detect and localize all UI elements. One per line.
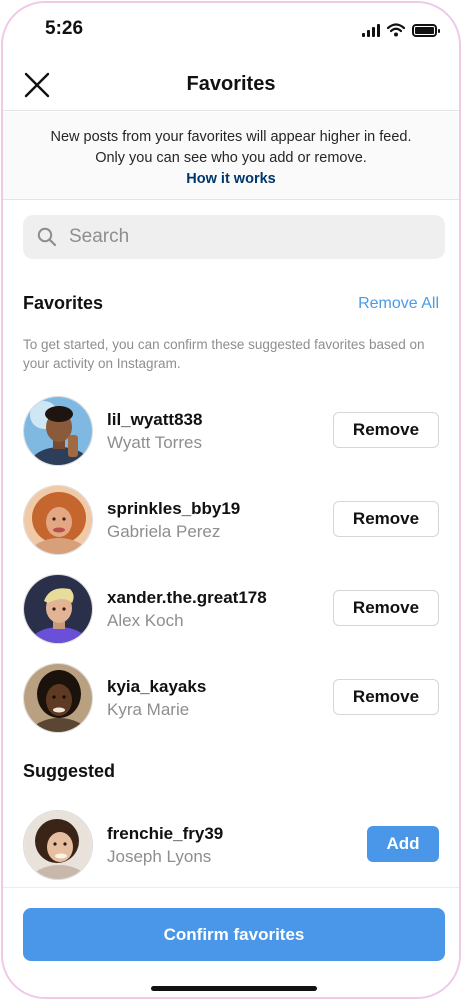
favorite-user-row[interactable]: sprinkles_bby19 Gabriela Perez Remove <box>3 485 459 557</box>
remove-button[interactable]: Remove <box>333 501 439 537</box>
username: frenchie_fry39 <box>107 824 224 843</box>
favorites-hint: To get started, you can confirm these su… <box>23 337 425 371</box>
full-name: Wyatt Torres <box>107 433 202 452</box>
search-bar[interactable] <box>23 215 445 259</box>
status-icons <box>362 23 440 37</box>
avatar[interactable] <box>23 485 93 555</box>
avatar[interactable] <box>23 810 93 880</box>
suggested-section-title: Suggested <box>23 761 116 781</box>
favorite-user-row[interactable]: kyia_kayaks Kyra Marie Remove <box>3 663 459 735</box>
remove-button[interactable]: Remove <box>333 679 439 715</box>
favorite-user-row[interactable]: xander.the.great178 Alex Koch Remove <box>3 574 459 646</box>
page-title: Favorites <box>186 73 276 95</box>
how-it-works-link[interactable]: How it works <box>186 169 275 190</box>
full-name: Joseph Lyons <box>107 847 212 866</box>
confirm-favorites-button[interactable]: Confirm favorites <box>23 908 445 961</box>
phone-frame: 5:26 Favorites New posts from your favor… <box>1 1 461 999</box>
remove-button[interactable]: Remove <box>333 590 439 626</box>
avatar[interactable] <box>23 574 93 644</box>
info-text-line1: New posts from your favorites will appea… <box>50 129 412 145</box>
favorite-user-row[interactable]: lil_wyatt838 Wyatt Torres Remove <box>3 396 459 468</box>
add-button[interactable]: Add <box>367 826 439 862</box>
signal-icon <box>362 23 380 37</box>
username: xander.the.great178 <box>107 588 267 607</box>
avatar[interactable] <box>23 396 93 466</box>
full-name: Alex Koch <box>107 611 184 630</box>
favorites-section-title: Favorites <box>23 293 104 313</box>
info-text-line2: Only you can see who you add or remove. <box>95 150 367 166</box>
header: Favorites <box>3 59 459 111</box>
info-banner: New posts from your favorites will appea… <box>3 112 459 200</box>
search-input[interactable] <box>69 226 399 248</box>
battery-icon <box>412 23 440 37</box>
home-indicator[interactable] <box>151 986 317 991</box>
wifi-icon <box>387 23 405 37</box>
full-name: Gabriela Perez <box>107 522 221 541</box>
username: lil_wyatt838 <box>107 410 203 429</box>
status-time: 5:26 <box>45 18 84 39</box>
remove-all-button[interactable]: Remove All <box>358 295 439 313</box>
status-bar: 5:26 <box>3 3 459 59</box>
footer: Confirm favorites <box>3 887 459 997</box>
full-name: Kyra Marie <box>107 700 190 719</box>
search-icon <box>37 227 57 247</box>
suggested-user-row[interactable]: frenchie_fry39 Joseph Lyons Add <box>3 810 459 882</box>
username: sprinkles_bby19 <box>107 499 241 518</box>
remove-button[interactable]: Remove <box>333 412 439 448</box>
avatar[interactable] <box>23 663 93 733</box>
username: kyia_kayaks <box>107 677 207 696</box>
